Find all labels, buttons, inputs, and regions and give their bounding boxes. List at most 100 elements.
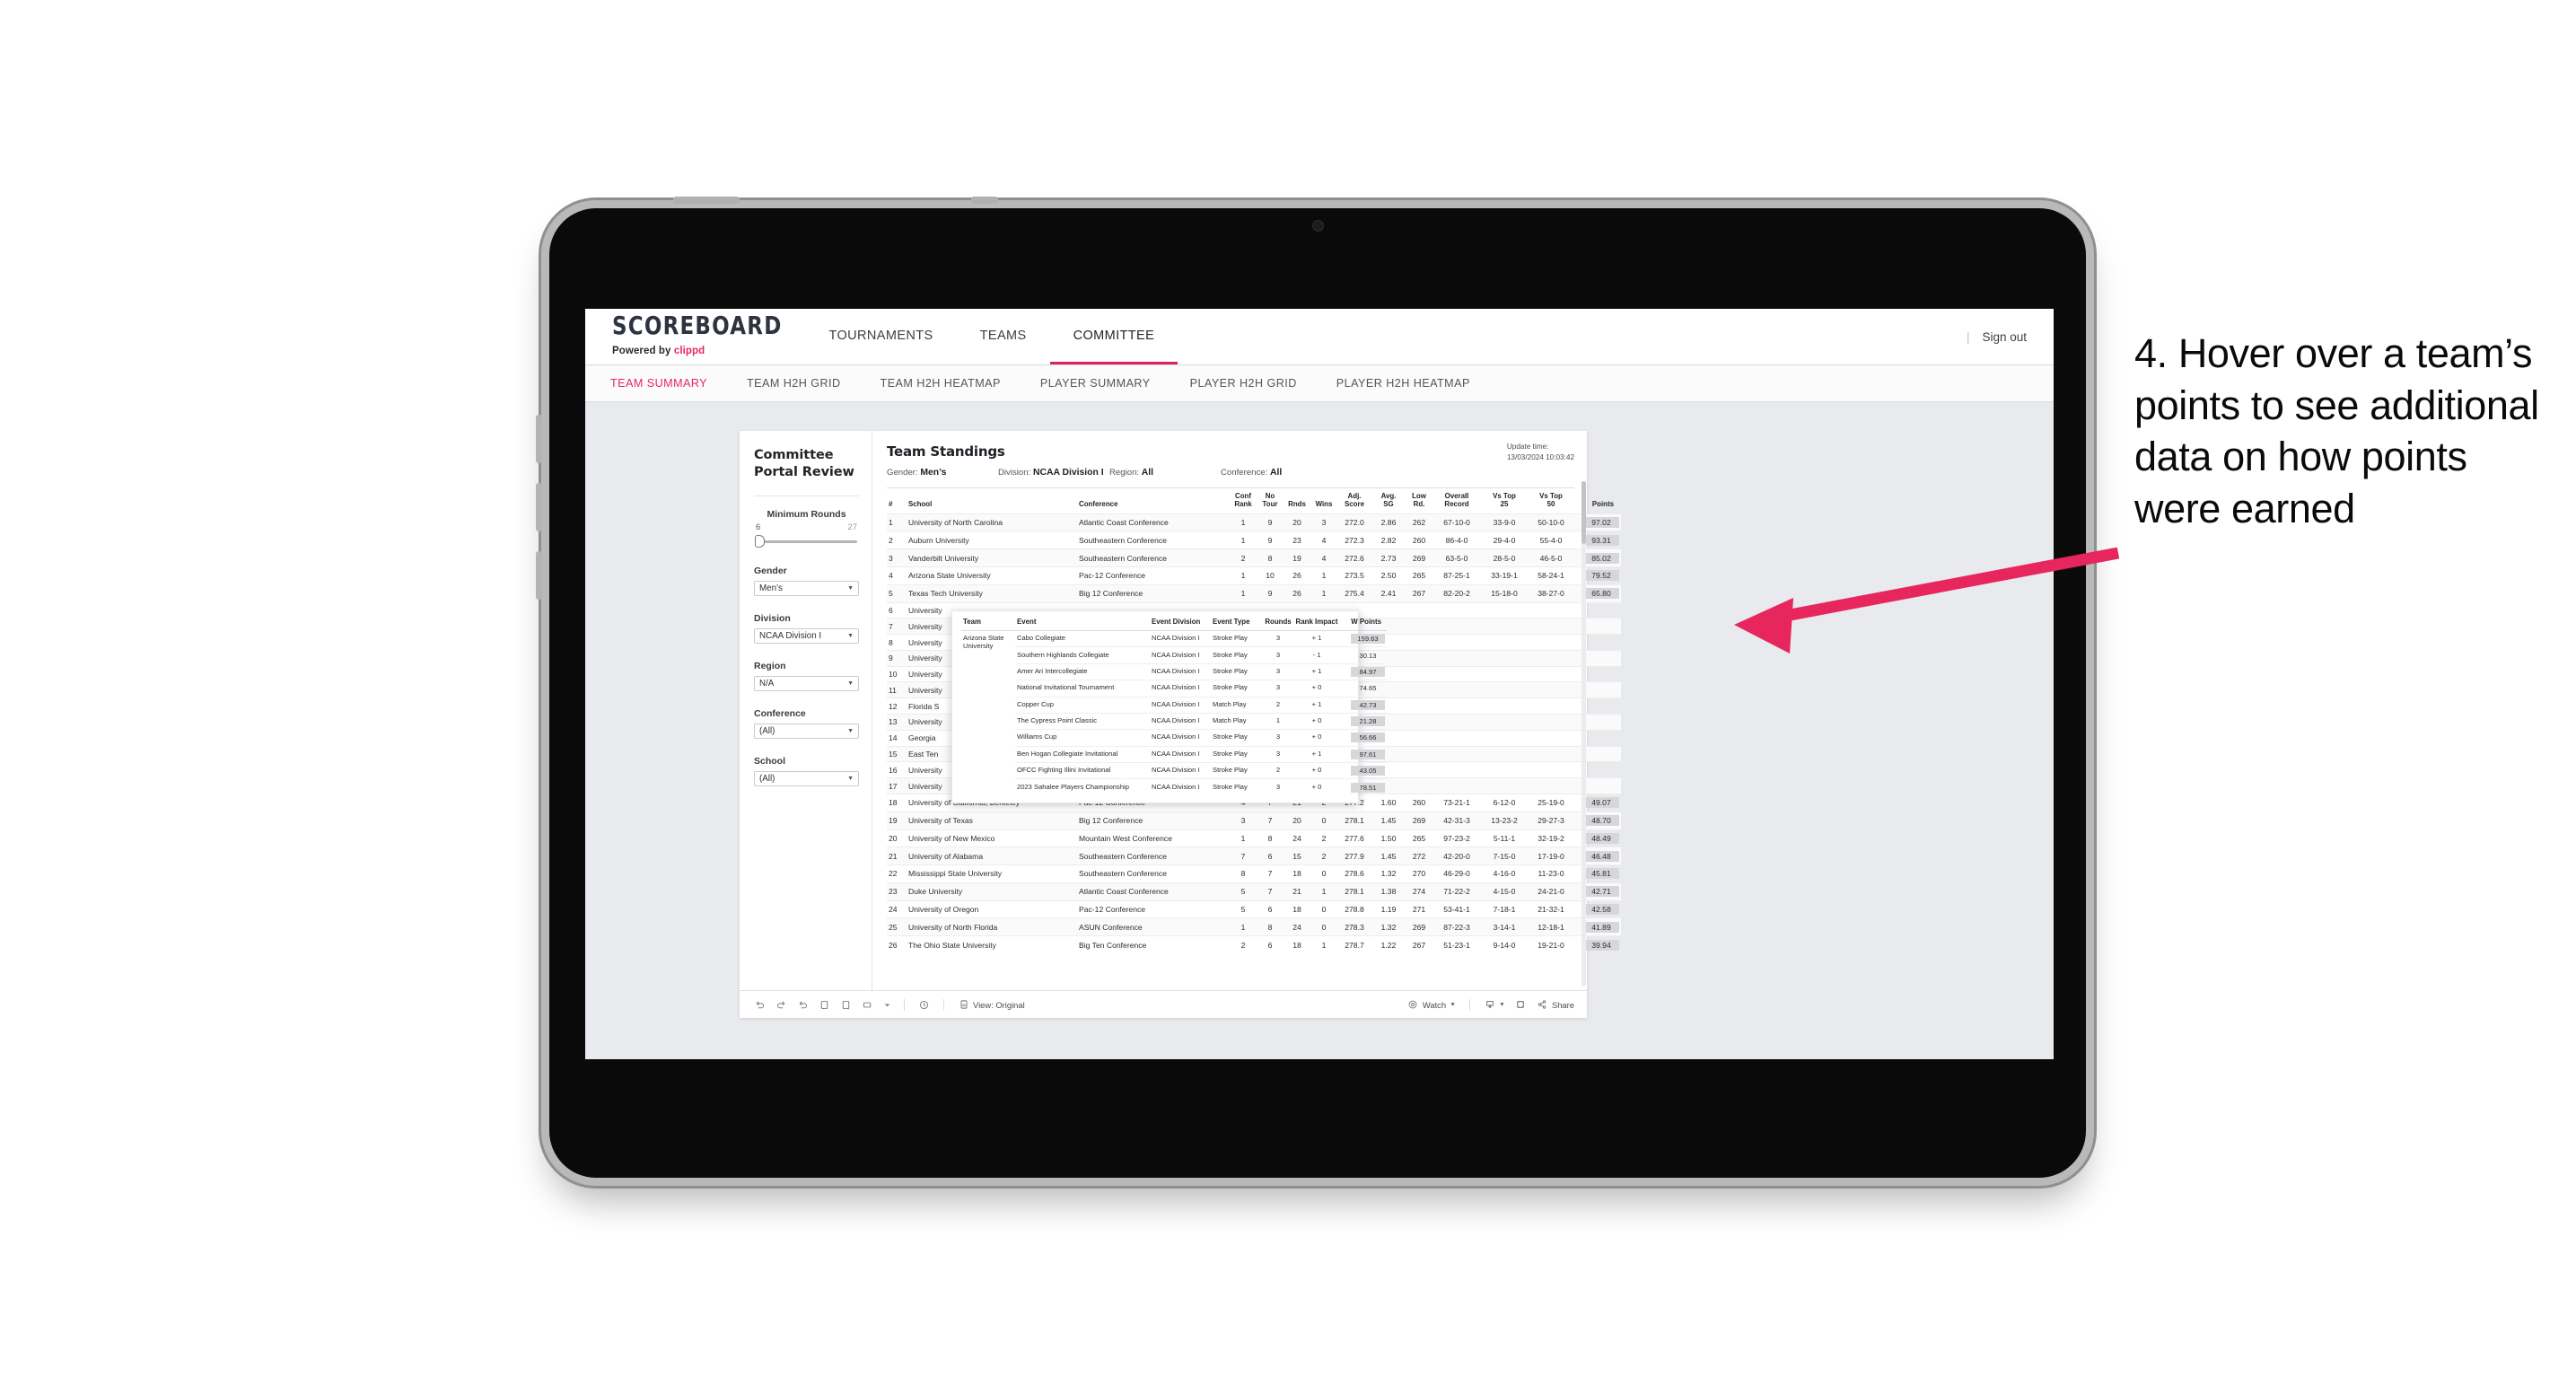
- fullscreen-icon[interactable]: [1515, 999, 1527, 1011]
- points-badge[interactable]: 46.48: [1583, 850, 1619, 862]
- cell-school: Arizona State University: [907, 566, 1077, 585]
- cell-low-rd: 270: [1406, 864, 1433, 883]
- col-header-avg-sg[interactable]: Avg. SG: [1371, 488, 1406, 513]
- chevron-down-icon[interactable]: [883, 999, 890, 1011]
- cell-school: University of North Carolina: [907, 513, 1077, 531]
- col-header-vs-top-50[interactable]: Vs Top 50: [1528, 488, 1574, 513]
- filter-panel: Committee Portal Review Minimum Rounds 6…: [740, 431, 872, 990]
- col-header-adj-score[interactable]: Adj. Score: [1337, 488, 1371, 513]
- points-badge[interactable]: 93.31: [1583, 534, 1619, 546]
- points-badge[interactable]: 42.71: [1583, 886, 1619, 898]
- app-logo[interactable]: SCOREBOARD Powered by clippd: [585, 309, 806, 364]
- cell-no-tour: 8: [1257, 548, 1284, 567]
- tooltip-col-event-division: Event Division: [1150, 618, 1211, 631]
- view-original-button[interactable]: View: Original: [958, 999, 1025, 1011]
- points-badge[interactable]: 48.70: [1583, 815, 1619, 827]
- points-badge[interactable]: 85.02: [1583, 552, 1619, 564]
- table-row[interactable]: 26 The Ohio State University Big Ten Confe…: [887, 935, 1621, 953]
- history-icon[interactable]: [918, 999, 930, 1011]
- points-badge[interactable]: 97.02: [1583, 517, 1619, 529]
- points-badge[interactable]: 79.52: [1583, 570, 1619, 582]
- sign-out-link[interactable]: Sign out: [1982, 330, 2027, 344]
- cell-adj-score: 278.1: [1337, 811, 1371, 829]
- col-header-rnds[interactable]: Rnds: [1284, 488, 1310, 513]
- table-row[interactable]: 3 Vanderbilt University Southeastern Confe…: [887, 548, 1621, 567]
- subtab-team-h2h-grid[interactable]: TEAM H2H GRID: [727, 377, 861, 390]
- table-row[interactable]: 5 Texas Tech University Big 12 Conference 1…: [887, 583, 1621, 603]
- table-row[interactable]: 23 Duke University Atlantic Coast Conferen…: [887, 882, 1621, 901]
- division-select[interactable]: NCAA Division I ▼: [754, 627, 859, 644]
- col-header-vs-top-25[interactable]: Vs Top 25: [1481, 488, 1528, 513]
- min-rounds-max: 27: [847, 522, 857, 532]
- device-layout-icon[interactable]: [862, 999, 873, 1011]
- col-header-school[interactable]: School: [907, 488, 1077, 513]
- points-badge[interactable]: 48.49: [1583, 832, 1619, 844]
- cell-conf: Southeastern Conference: [1077, 864, 1230, 883]
- cell-vs25: [1481, 634, 1528, 651]
- cell-avg-sg: 2.73: [1371, 548, 1406, 567]
- share-button[interactable]: Share: [1537, 999, 1574, 1011]
- school-select[interactable]: (All) ▼: [754, 770, 859, 786]
- points-badge[interactable]: 45.81: [1583, 868, 1619, 880]
- cell-conf: Big 12 Conference: [1077, 811, 1230, 829]
- table-row[interactable]: 20 University of New Mexico Mountain West …: [887, 829, 1621, 847]
- points-badge[interactable]: 39.94: [1583, 939, 1619, 951]
- table-row[interactable]: 22 Mississippi State University Southeaste…: [887, 864, 1621, 883]
- min-rounds-slider[interactable]: [754, 534, 859, 548]
- watch-label: Watch: [1422, 999, 1447, 1010]
- region-select[interactable]: N/A ▼: [754, 675, 859, 691]
- col-header-no-tour[interactable]: No Tour: [1257, 488, 1284, 513]
- points-badge[interactable]: 41.89: [1583, 921, 1619, 933]
- slider-handle[interactable]: [755, 534, 765, 548]
- table-row[interactable]: 24 University of Oregon Pac-12 Conference 5…: [887, 899, 1621, 918]
- cell-conf: Big 12 Conference: [1077, 583, 1230, 603]
- refresh-icon[interactable]: [819, 999, 830, 1011]
- table-row[interactable]: 2 Auburn University Southeastern Conferenc…: [887, 531, 1621, 549]
- revert-icon[interactable]: [797, 999, 809, 1011]
- cell-vs50: [1528, 665, 1574, 682]
- table-row[interactable]: 21 University of Alabama Southeastern Conf…: [887, 847, 1621, 865]
- gender-select[interactable]: Men’s ▼: [754, 580, 859, 596]
- cell-record: 97-23-2: [1433, 829, 1481, 847]
- nav-tab-tournaments[interactable]: TOURNAMENTS: [806, 309, 957, 364]
- download-button[interactable]: ▼: [1484, 999, 1505, 1011]
- col-header-conf-rank[interactable]: Conf Rank: [1230, 488, 1257, 513]
- table-row[interactable]: 25 University of North Florida ASUN Confer…: [887, 917, 1621, 936]
- col-header-wins[interactable]: Wins: [1310, 488, 1337, 513]
- conference-select[interactable]: (All) ▼: [754, 723, 859, 739]
- pause-icon[interactable]: [840, 999, 852, 1011]
- min-rounds-range: 6 27: [754, 522, 859, 532]
- app-header: SCOREBOARD Powered by clippd TOURNAMENTS…: [585, 309, 2054, 365]
- secondary-nav: TEAM SUMMARY TEAM H2H GRID TEAM H2H HEAT…: [585, 365, 2054, 402]
- undo-icon[interactable]: [754, 999, 766, 1011]
- col-header-rank[interactable]: #: [887, 488, 907, 513]
- subtab-player-h2h-grid[interactable]: PLAYER H2H GRID: [1170, 377, 1317, 390]
- subtab-player-h2h-heatmap[interactable]: PLAYER H2H HEATMAP: [1317, 377, 1490, 390]
- subtab-team-summary[interactable]: TEAM SUMMARY: [610, 377, 727, 390]
- cell-adj-score: 275.4: [1337, 583, 1371, 603]
- scrollbar-thumb[interactable]: [1582, 481, 1586, 544]
- col-header-overall-record[interactable]: Overall Record: [1433, 488, 1481, 513]
- brand-subtitle: Powered by clippd: [612, 346, 783, 356]
- table-row[interactable]: 19 University of Texas Big 12 Conference 3 7…: [887, 811, 1621, 829]
- subtab-team-h2h-heatmap[interactable]: TEAM H2H HEATMAP: [861, 377, 1021, 390]
- vertical-scrollbar[interactable]: [1582, 481, 1586, 987]
- breadcrumb-region-value: All: [1141, 468, 1154, 478]
- subtab-player-summary[interactable]: PLAYER SUMMARY: [1021, 377, 1170, 390]
- cell-no-tour: 8: [1257, 917, 1284, 936]
- points-badge[interactable]: 42.58: [1583, 904, 1619, 916]
- redo-icon[interactable]: [775, 999, 787, 1011]
- points-badge[interactable]: 49.07: [1583, 797, 1619, 809]
- table-row[interactable]: 1 University of North Carolina Atlantic Co…: [887, 513, 1621, 531]
- watch-button[interactable]: Watch ▼: [1407, 999, 1456, 1011]
- col-header-conference[interactable]: Conference: [1077, 488, 1230, 513]
- nav-tab-teams[interactable]: TEAMS: [957, 309, 1050, 364]
- points-badge[interactable]: 65.80: [1583, 588, 1619, 600]
- nav-tab-committee[interactable]: COMMITTEE: [1049, 309, 1178, 364]
- cell-low-rd: 267: [1406, 935, 1433, 953]
- chevron-down-icon: ▼: [847, 680, 854, 687]
- cell-vs50: [1528, 681, 1574, 698]
- table-row[interactable]: 4 Arizona State University Pac-12 Conferen…: [887, 566, 1621, 585]
- cell-conf: Mountain West Conference: [1077, 829, 1230, 847]
- col-header-low-rd[interactable]: Low Rd.: [1406, 488, 1433, 513]
